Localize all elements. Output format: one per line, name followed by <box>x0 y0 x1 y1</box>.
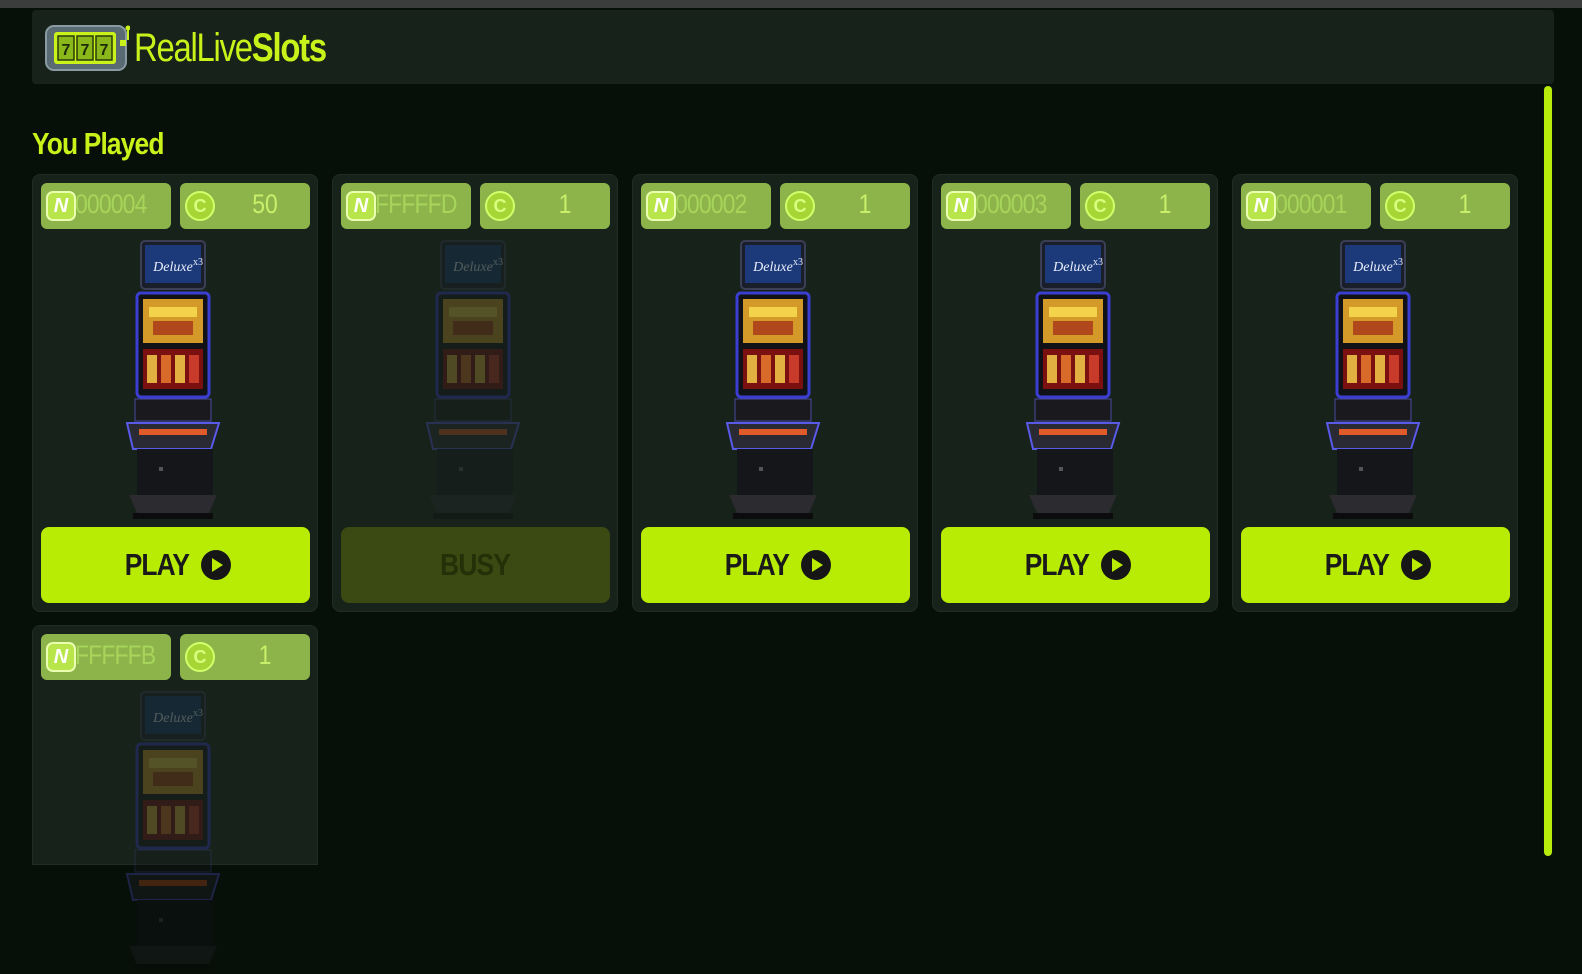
novomatic-n-icon: N <box>646 191 676 221</box>
novomatic-n-icon: N <box>46 642 76 672</box>
svg-text:Deluxe: Deluxe <box>1052 260 1093 275</box>
coin-value: 1 <box>1158 189 1172 219</box>
coin-icon: C <box>1085 191 1115 221</box>
svg-text:7: 7 <box>81 42 90 59</box>
machine-id: 000004 <box>75 189 147 219</box>
browser-top-border <box>0 0 1582 8</box>
play-button-label: PLAY <box>724 547 789 582</box>
coin-value-chip: C 1 <box>180 634 310 680</box>
machine-id: 000002 <box>675 189 747 219</box>
slot-machine-image: Deluxe x3 <box>125 691 221 970</box>
machine-card-2[interactable]: N FFFFFD C 1 Deluxe x3 BUSY <box>332 174 618 612</box>
machine-card-3[interactable]: N 000002 C 1 Deluxe x3 PLAY <box>632 174 918 612</box>
slot-machine-image: Deluxe x3 <box>1325 240 1421 519</box>
svg-text:x3: x3 <box>193 257 203 268</box>
coin-icon: C <box>485 191 515 221</box>
play-button[interactable]: PLAY <box>641 527 910 603</box>
machine-card-6[interactable]: N FFFFFB C 1 Deluxe x3 <box>32 625 318 970</box>
machine-id-chip: N FFFFFB <box>41 634 171 680</box>
coin-value-chip: C 1 <box>1380 183 1510 229</box>
svg-text:x3: x3 <box>1393 257 1403 268</box>
play-circle-icon <box>1101 550 1132 580</box>
slot-machine-777-icon: 7 7 7 <box>45 25 130 71</box>
coin-value-chip: C 1 <box>780 183 910 229</box>
scrollbar-thumb[interactable] <box>1544 86 1552 856</box>
machine-card-1[interactable]: N 000004 C 50 Deluxe x3 PLAY <box>32 174 318 612</box>
play-button[interactable]: PLAY <box>1241 527 1510 603</box>
coin-icon: C <box>185 642 215 672</box>
machine-id-chip: N 000002 <box>641 183 771 229</box>
svg-text:x3: x3 <box>793 257 803 268</box>
novomatic-n-icon: N <box>46 191 76 221</box>
coin-value-chip: C 1 <box>480 183 610 229</box>
coin-value: 1 <box>858 189 872 219</box>
play-circle-icon <box>201 550 232 580</box>
busy-button: BUSY <box>341 527 610 603</box>
svg-text:Deluxe: Deluxe <box>152 711 193 726</box>
svg-text:x3: x3 <box>193 708 203 719</box>
coin-icon: C <box>1385 191 1415 221</box>
machine-id-chip: N 000004 <box>41 183 171 229</box>
coin-value: 1 <box>1458 189 1472 219</box>
play-circle-icon <box>801 550 832 580</box>
site-logo[interactable]: 7 7 7 RealLiveSlots <box>44 20 368 76</box>
coin-value: 1 <box>558 189 572 219</box>
play-button-label: PLAY <box>1024 547 1089 582</box>
machine-id: 000001 <box>1275 189 1347 219</box>
machine-id-chip: N 000001 <box>1241 183 1371 229</box>
coin-value-chip: C 50 <box>180 183 310 229</box>
section-title: You Played <box>32 126 164 161</box>
novomatic-n-icon: N <box>346 191 376 221</box>
machine-id-chip: N FFFFFD <box>341 183 471 229</box>
coin-value: 1 <box>258 640 272 670</box>
coin-icon: C <box>185 191 215 221</box>
svg-text:Deluxe: Deluxe <box>752 260 793 275</box>
slot-machine-image: Deluxe x3 <box>425 240 521 519</box>
site-brand-name: RealLiveSlots <box>134 25 327 70</box>
machine-id: FFFFFB <box>75 640 156 670</box>
machine-card-4[interactable]: N 000003 C 1 Deluxe x3 PLAY <box>932 174 1218 612</box>
slot-machine-image: Deluxe x3 <box>125 240 221 519</box>
site-header: 7 7 7 RealLiveSlots <box>32 10 1554 84</box>
svg-text:7: 7 <box>62 42 71 59</box>
machine-id: FFFFFD <box>375 189 457 219</box>
machine-id-chip: N 000003 <box>941 183 1071 229</box>
slot-machine-image: Deluxe x3 <box>725 240 821 519</box>
svg-text:x3: x3 <box>493 257 503 268</box>
play-circle-icon <box>1401 550 1432 580</box>
machine-id: 000003 <box>975 189 1047 219</box>
play-button-label: PLAY <box>1324 547 1389 582</box>
coin-icon: C <box>785 191 815 221</box>
play-button[interactable]: PLAY <box>41 527 310 603</box>
slot-machine-image: Deluxe x3 <box>1025 240 1121 519</box>
play-button-label: BUSY <box>440 547 512 582</box>
coin-value-chip: C 1 <box>1080 183 1210 229</box>
svg-text:Deluxe: Deluxe <box>152 260 193 275</box>
play-button[interactable]: PLAY <box>941 527 1210 603</box>
svg-text:Deluxe: Deluxe <box>1352 260 1393 275</box>
novomatic-n-icon: N <box>946 191 976 221</box>
novomatic-n-icon: N <box>1246 191 1276 221</box>
svg-text:Deluxe: Deluxe <box>452 260 493 275</box>
play-button-label: PLAY <box>124 547 189 582</box>
machine-card-5[interactable]: N 000001 C 1 Deluxe x3 PLAY <box>1232 174 1518 612</box>
svg-text:7: 7 <box>100 42 109 59</box>
coin-value: 50 <box>252 189 278 219</box>
svg-text:x3: x3 <box>1093 257 1103 268</box>
